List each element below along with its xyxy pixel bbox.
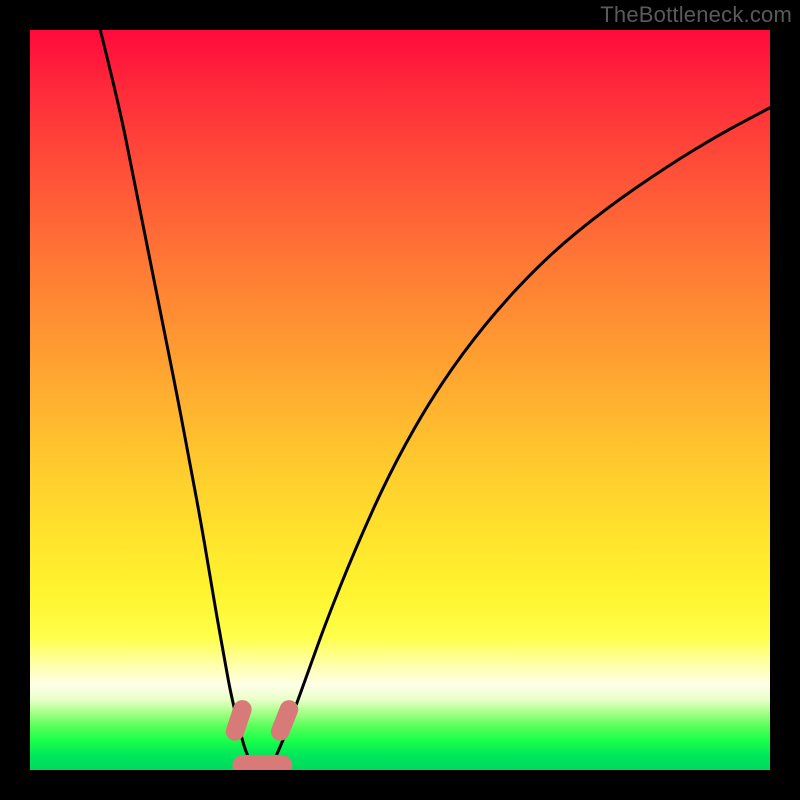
curve-layer bbox=[30, 30, 770, 770]
annotation-right-blob bbox=[280, 709, 289, 731]
plot-area bbox=[30, 30, 770, 770]
annotation-left-blob bbox=[235, 709, 242, 731]
outer-frame: TheBottleneck.com bbox=[0, 0, 800, 800]
series-left-curve bbox=[100, 30, 247, 755]
watermark-text: TheBottleneck.com bbox=[600, 2, 792, 28]
series-right-curve bbox=[276, 108, 770, 756]
